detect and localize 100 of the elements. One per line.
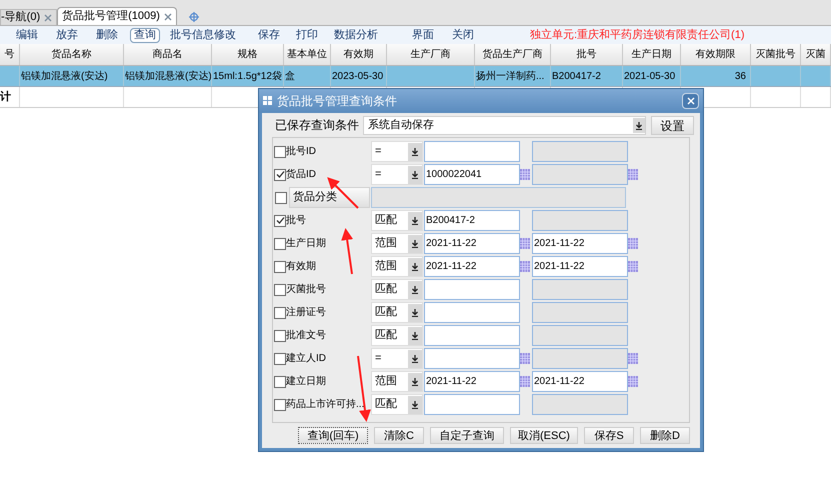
value-field[interactable] <box>424 325 520 346</box>
toolbar-button[interactable]: 关闭 <box>448 28 478 42</box>
toolbar-button[interactable]: 数据分析 <box>330 28 382 42</box>
checkbox[interactable] <box>274 398 286 410</box>
checkbox[interactable] <box>274 306 286 318</box>
value-field[interactable]: 2021-11-22 <box>532 371 628 392</box>
column-header[interactable]: 生产厂商 <box>387 44 475 65</box>
dropdown-icon[interactable] <box>408 304 422 322</box>
checkbox[interactable] <box>274 238 286 250</box>
checkbox[interactable] <box>274 260 286 272</box>
operator-select[interactable]: 范围 <box>371 233 423 254</box>
value-field[interactable] <box>424 394 520 415</box>
tab[interactable]: 货品批号管理(1009) <box>57 7 177 25</box>
checkbox[interactable] <box>275 192 287 204</box>
calendar-icon[interactable] <box>628 353 638 364</box>
toolbar-button[interactable]: 打印 <box>292 28 322 42</box>
settings-button[interactable]: 设置 <box>650 116 694 134</box>
checkbox[interactable] <box>274 146 286 158</box>
dropdown-icon[interactable] <box>408 326 422 344</box>
operator-select[interactable]: 范围 <box>371 256 423 277</box>
value-field[interactable]: 2021-11-22 <box>532 233 628 254</box>
category-button[interactable]: 货品分类 <box>289 187 370 208</box>
column-header[interactable]: 有效期限 <box>681 44 751 65</box>
dialog-button[interactable]: 删除D <box>640 427 690 444</box>
calendar-icon[interactable] <box>520 261 530 272</box>
toolbar-button[interactable]: 编辑 <box>12 28 42 42</box>
checkbox[interactable] <box>274 284 286 296</box>
calendar-icon[interactable] <box>520 169 530 180</box>
value-field[interactable] <box>424 302 520 323</box>
value-field[interactable]: 2021-11-22 <box>532 256 628 277</box>
checkbox[interactable] <box>274 376 286 388</box>
dialog-button[interactable]: 取消(ESC) <box>510 427 578 444</box>
operator-select[interactable]: 匹配 <box>371 302 423 323</box>
calendar-icon[interactable] <box>520 238 530 249</box>
value-field[interactable]: 2021-11-22 <box>424 371 520 392</box>
toolbar-button[interactable]: 放弃 <box>52 28 82 42</box>
operator-select[interactable]: = <box>371 141 423 162</box>
calendar-icon[interactable] <box>520 376 530 387</box>
value-field[interactable] <box>424 279 520 300</box>
operator-select[interactable]: 范围 <box>371 371 423 392</box>
dialog-button[interactable]: 保存S <box>584 427 634 444</box>
calendar-icon[interactable] <box>628 169 638 180</box>
calendar-icon[interactable] <box>628 376 638 387</box>
column-header[interactable]: 基本单位 <box>284 44 331 65</box>
dialog-button[interactable]: 清除C <box>374 427 424 444</box>
value-field[interactable] <box>424 141 520 162</box>
calendar-icon[interactable] <box>628 261 638 272</box>
dropdown-icon[interactable] <box>632 118 645 132</box>
add-tab-icon[interactable] <box>188 12 199 22</box>
column-header[interactable]: 灭菌 <box>801 44 831 65</box>
dropdown-icon[interactable] <box>408 142 422 160</box>
value-field[interactable]: B200417-2 <box>424 210 520 231</box>
toolbar-button[interactable]: 查询 <box>130 28 160 42</box>
checkbox[interactable] <box>274 330 286 342</box>
operator-select[interactable]: = <box>371 164 423 185</box>
toolbar-button[interactable]: 界面 <box>408 28 438 42</box>
toolbar-button[interactable]: 保存 <box>254 28 284 42</box>
column-header[interactable]: 生产日期 <box>623 44 681 65</box>
dropdown-icon[interactable] <box>408 166 422 184</box>
value-field[interactable]: 2021-11-22 <box>424 256 520 277</box>
column-header[interactable]: 规格 <box>212 44 284 65</box>
value-field[interactable]: 1000022041 <box>424 164 520 185</box>
dropdown-icon[interactable] <box>408 258 422 276</box>
calendar-icon[interactable] <box>628 238 638 249</box>
dropdown-icon[interactable] <box>408 372 422 390</box>
checkbox[interactable] <box>274 214 286 226</box>
dialog-button[interactable]: 自定子查询 <box>430 427 504 444</box>
operator-select[interactable]: 匹配 <box>371 394 423 415</box>
checkbox[interactable] <box>274 352 286 364</box>
column-header[interactable]: 有效期 <box>331 44 387 65</box>
close-icon[interactable] <box>164 12 172 20</box>
column-header[interactable]: 货品名称 <box>20 44 124 65</box>
column-header[interactable]: 批号 <box>551 44 623 65</box>
operator-select[interactable]: 匹配 <box>371 325 423 346</box>
table-cell: 2023-05-30 <box>331 66 387 86</box>
saved-query-select[interactable]: 系统自动保存 <box>363 116 646 134</box>
dropdown-icon[interactable] <box>408 212 422 230</box>
value-field[interactable]: 2021-11-22 <box>424 233 520 254</box>
category-field[interactable] <box>371 187 626 208</box>
column-header[interactable]: 灭菌批号 <box>751 44 801 65</box>
tab[interactable]: -导航(0) <box>0 9 58 25</box>
operator-select[interactable]: 匹配 <box>371 279 423 300</box>
operator-select[interactable]: 匹配 <box>371 210 423 231</box>
checkbox[interactable] <box>274 168 286 180</box>
toolbar-button[interactable]: 删除 <box>92 28 122 42</box>
dropdown-icon[interactable] <box>408 396 422 414</box>
dropdown-icon[interactable] <box>408 280 422 298</box>
table-cell: 2021-05-30 <box>623 66 681 86</box>
toolbar-button[interactable]: 批号信息修改 <box>166 28 240 42</box>
close-button[interactable] <box>682 93 699 109</box>
dropdown-icon[interactable] <box>408 350 422 368</box>
value-field[interactable] <box>424 348 520 369</box>
column-header[interactable]: 货品生产厂商 <box>475 44 551 65</box>
close-icon[interactable] <box>44 14 52 22</box>
operator-select[interactable]: = <box>371 348 423 369</box>
column-header[interactable]: 商品名 <box>124 44 212 65</box>
column-header[interactable]: 号 <box>0 44 20 65</box>
dialog-button[interactable]: 查询(回车) <box>298 427 368 444</box>
dropdown-icon[interactable] <box>408 234 422 252</box>
calendar-icon[interactable] <box>520 353 530 364</box>
